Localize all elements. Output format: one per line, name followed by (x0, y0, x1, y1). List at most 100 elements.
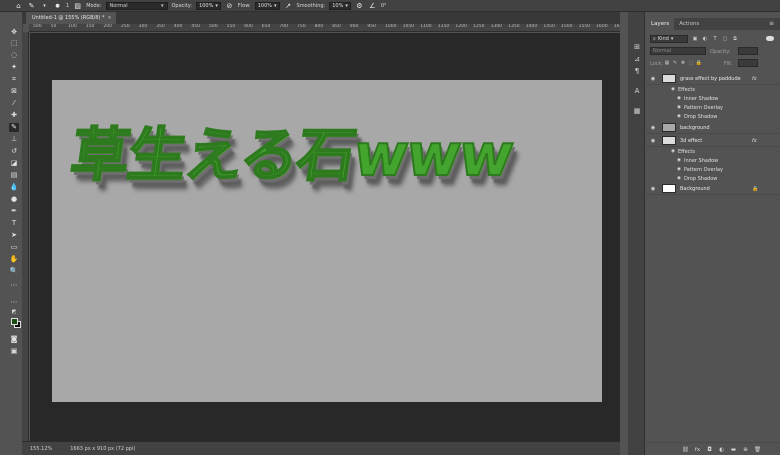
quick-select-tool-icon[interactable]: ✦ (9, 63, 19, 72)
brush-preset-icon[interactable]: ● (53, 1, 62, 10)
effects-group[interactable]: ◉ Effects (646, 85, 780, 94)
pen-tool-icon[interactable]: ✒ (9, 207, 19, 216)
edit-toolbar-icon[interactable]: ⋯ (9, 298, 19, 307)
blur-tool-icon[interactable]: 💧 (9, 183, 19, 192)
document-dimensions[interactable]: 1663 px x 910 px (72 ppi) (70, 446, 135, 452)
smoothing-field[interactable]: 10% ▾ (329, 1, 351, 10)
move-tool-icon[interactable]: ✥ (9, 28, 19, 37)
zoom-level[interactable]: 155.12% (30, 446, 52, 452)
eye-icon[interactable]: ◉ (676, 167, 682, 173)
effect-pattern-overlay[interactable]: ◉ Pattern Overlay (646, 165, 780, 174)
type-filter-icon[interactable]: T (712, 36, 718, 42)
history-panel-icon[interactable]: ⊞ (633, 43, 641, 51)
fx-icon[interactable]: fx (752, 138, 757, 144)
new-layer-icon[interactable]: ⊕ (742, 446, 749, 453)
rectangle-tool-icon[interactable]: ▭ (9, 243, 19, 252)
type-tool-icon[interactable]: T (9, 219, 19, 228)
flow-field[interactable]: 100% ▾ (254, 1, 280, 10)
zoom-tool-icon[interactable]: 🔍 (9, 267, 19, 276)
mode-select[interactable]: Normal ▾ (105, 1, 168, 10)
home-icon[interactable]: ⌂ (14, 1, 23, 10)
grass-text-layer[interactable]: 草生える石www (66, 108, 519, 192)
adjustment-filter-icon[interactable]: ◐ (702, 36, 708, 42)
angle-value[interactable]: 0° (381, 3, 387, 9)
pressure-opacity-icon[interactable]: ⊘ (225, 1, 234, 10)
filter-toggle[interactable] (766, 36, 774, 41)
path-selection-tool-icon[interactable]: ➤ (9, 231, 19, 240)
eye-icon[interactable]: ◉ (650, 186, 656, 192)
adjustment-layer-icon[interactable]: ◐ (718, 446, 725, 453)
blend-mode-select[interactable]: Normal (650, 47, 706, 55)
effect-pattern-overlay[interactable]: ◉ Pattern Overlay (646, 103, 780, 112)
paragraph-panel-icon[interactable]: ¶ (633, 67, 641, 75)
document-tab[interactable]: Untitled-1 @ 155% (RGB/8) * × (26, 12, 116, 24)
eye-icon[interactable]: ◉ (650, 125, 656, 131)
link-layers-icon[interactable]: ⛓ (682, 446, 689, 453)
hand-tool-icon[interactable]: ✋ (9, 255, 19, 264)
horizontal-ruler[interactable]: 500 50 100 150 200 250 300 350 400 450 500 550 600 65… (29, 24, 620, 32)
layer-grass-effect[interactable]: ◉ grass effect by paddude fx (646, 73, 780, 85)
fx-icon[interactable]: fx (694, 446, 701, 453)
tab-layers[interactable]: Layers (646, 18, 675, 30)
opacity-field[interactable]: 100% ▾ (196, 1, 221, 10)
foreground-color-swatch[interactable] (11, 318, 18, 325)
fx-icon[interactable]: fx (752, 76, 757, 82)
lock-image-icon[interactable]: ✎ (672, 60, 678, 66)
eraser-tool-icon[interactable]: ◪ (9, 159, 19, 168)
properties-panel-icon[interactable]: ⊿ (633, 55, 641, 63)
tab-actions[interactable]: Actions (674, 18, 704, 30)
airbrush-icon[interactable]: ↗ (284, 1, 293, 10)
lock-artboard-icon[interactable]: ⬚ (688, 60, 694, 66)
frame-tool-icon[interactable]: ⊠ (9, 87, 19, 96)
screen-mode-icon[interactable]: ▣ (9, 347, 19, 356)
angle-icon[interactable]: ∠ (368, 1, 377, 10)
default-colors-icon[interactable]: ◩ (9, 308, 19, 317)
dodge-tool-icon[interactable]: ● (9, 195, 19, 204)
lock-position-icon[interactable]: ✥ (680, 60, 686, 66)
add-mask-icon[interactable]: ◘ (706, 446, 713, 453)
healing-brush-tool-icon[interactable]: ✚ (9, 111, 19, 120)
chevron-down-icon[interactable]: ▾ (40, 1, 49, 10)
clone-stamp-tool-icon[interactable]: ⊥ (9, 135, 19, 144)
brush-tool-icon[interactable]: ✎ (27, 1, 36, 10)
opacity-field[interactable] (738, 47, 758, 55)
trash-icon[interactable]: 🗑 (754, 446, 761, 453)
effects-group[interactable]: ◉ Effects (646, 147, 780, 156)
eye-icon[interactable]: ◉ (676, 176, 682, 182)
more-tools-icon[interactable]: ⋯ (9, 281, 19, 290)
brush-settings-icon[interactable]: ▨ (73, 1, 82, 10)
effect-inner-shadow[interactable]: ◉ Inner Shadow (646, 156, 780, 165)
fill-field[interactable] (738, 59, 758, 67)
eye-icon[interactable]: ◉ (676, 96, 682, 102)
history-brush-tool-icon[interactable]: ↺ (9, 147, 19, 156)
lock-transparent-icon[interactable]: ▦ (664, 60, 670, 66)
shape-filter-icon[interactable]: ▢ (722, 36, 728, 42)
effect-drop-shadow[interactable]: ◉ Drop Shadow (646, 112, 780, 121)
gear-icon[interactable]: ⚙ (355, 1, 364, 10)
eye-icon[interactable]: ◉ (676, 105, 682, 111)
eye-icon[interactable]: ◉ (650, 138, 656, 144)
lock-all-icon[interactable]: 🔒 (696, 60, 702, 66)
marquee-tool-icon[interactable]: ⬚ (9, 39, 19, 48)
character-panel-icon[interactable]: A (633, 87, 641, 95)
quick-mask-icon[interactable]: ◙ (9, 335, 19, 344)
new-group-icon[interactable]: ▬ (730, 446, 737, 453)
eyedropper-tool-icon[interactable]: ⁄ (9, 99, 19, 108)
adjustments-panel-icon[interactable]: ▦ (633, 107, 641, 115)
layer-background[interactable]: ◉ Background 🔒 (646, 183, 780, 195)
effect-inner-shadow[interactable]: ◉ Inner Shadow (646, 94, 780, 103)
eye-icon[interactable]: ◉ (676, 114, 682, 120)
brush-tool-icon[interactable]: ✎ (9, 123, 19, 132)
eye-icon[interactable]: ◉ (650, 76, 656, 82)
layer-background-gray[interactable]: ◉ background (646, 122, 780, 134)
eye-icon[interactable]: ◉ (670, 149, 676, 155)
pixel-filter-icon[interactable]: ▣ (692, 36, 698, 42)
layer-3d-effect[interactable]: ◉ 3d effect fx (646, 135, 780, 147)
lock-icon[interactable]: 🔒 (752, 186, 758, 192)
vertical-ruler[interactable] (22, 32, 29, 441)
crop-tool-icon[interactable]: ⌗ (9, 75, 19, 84)
close-icon[interactable]: × (107, 15, 111, 21)
smart-object-filter-icon[interactable]: ⧉ (732, 36, 738, 42)
eye-icon[interactable]: ◉ (670, 87, 676, 93)
lasso-tool-icon[interactable]: ◌ (9, 51, 19, 60)
